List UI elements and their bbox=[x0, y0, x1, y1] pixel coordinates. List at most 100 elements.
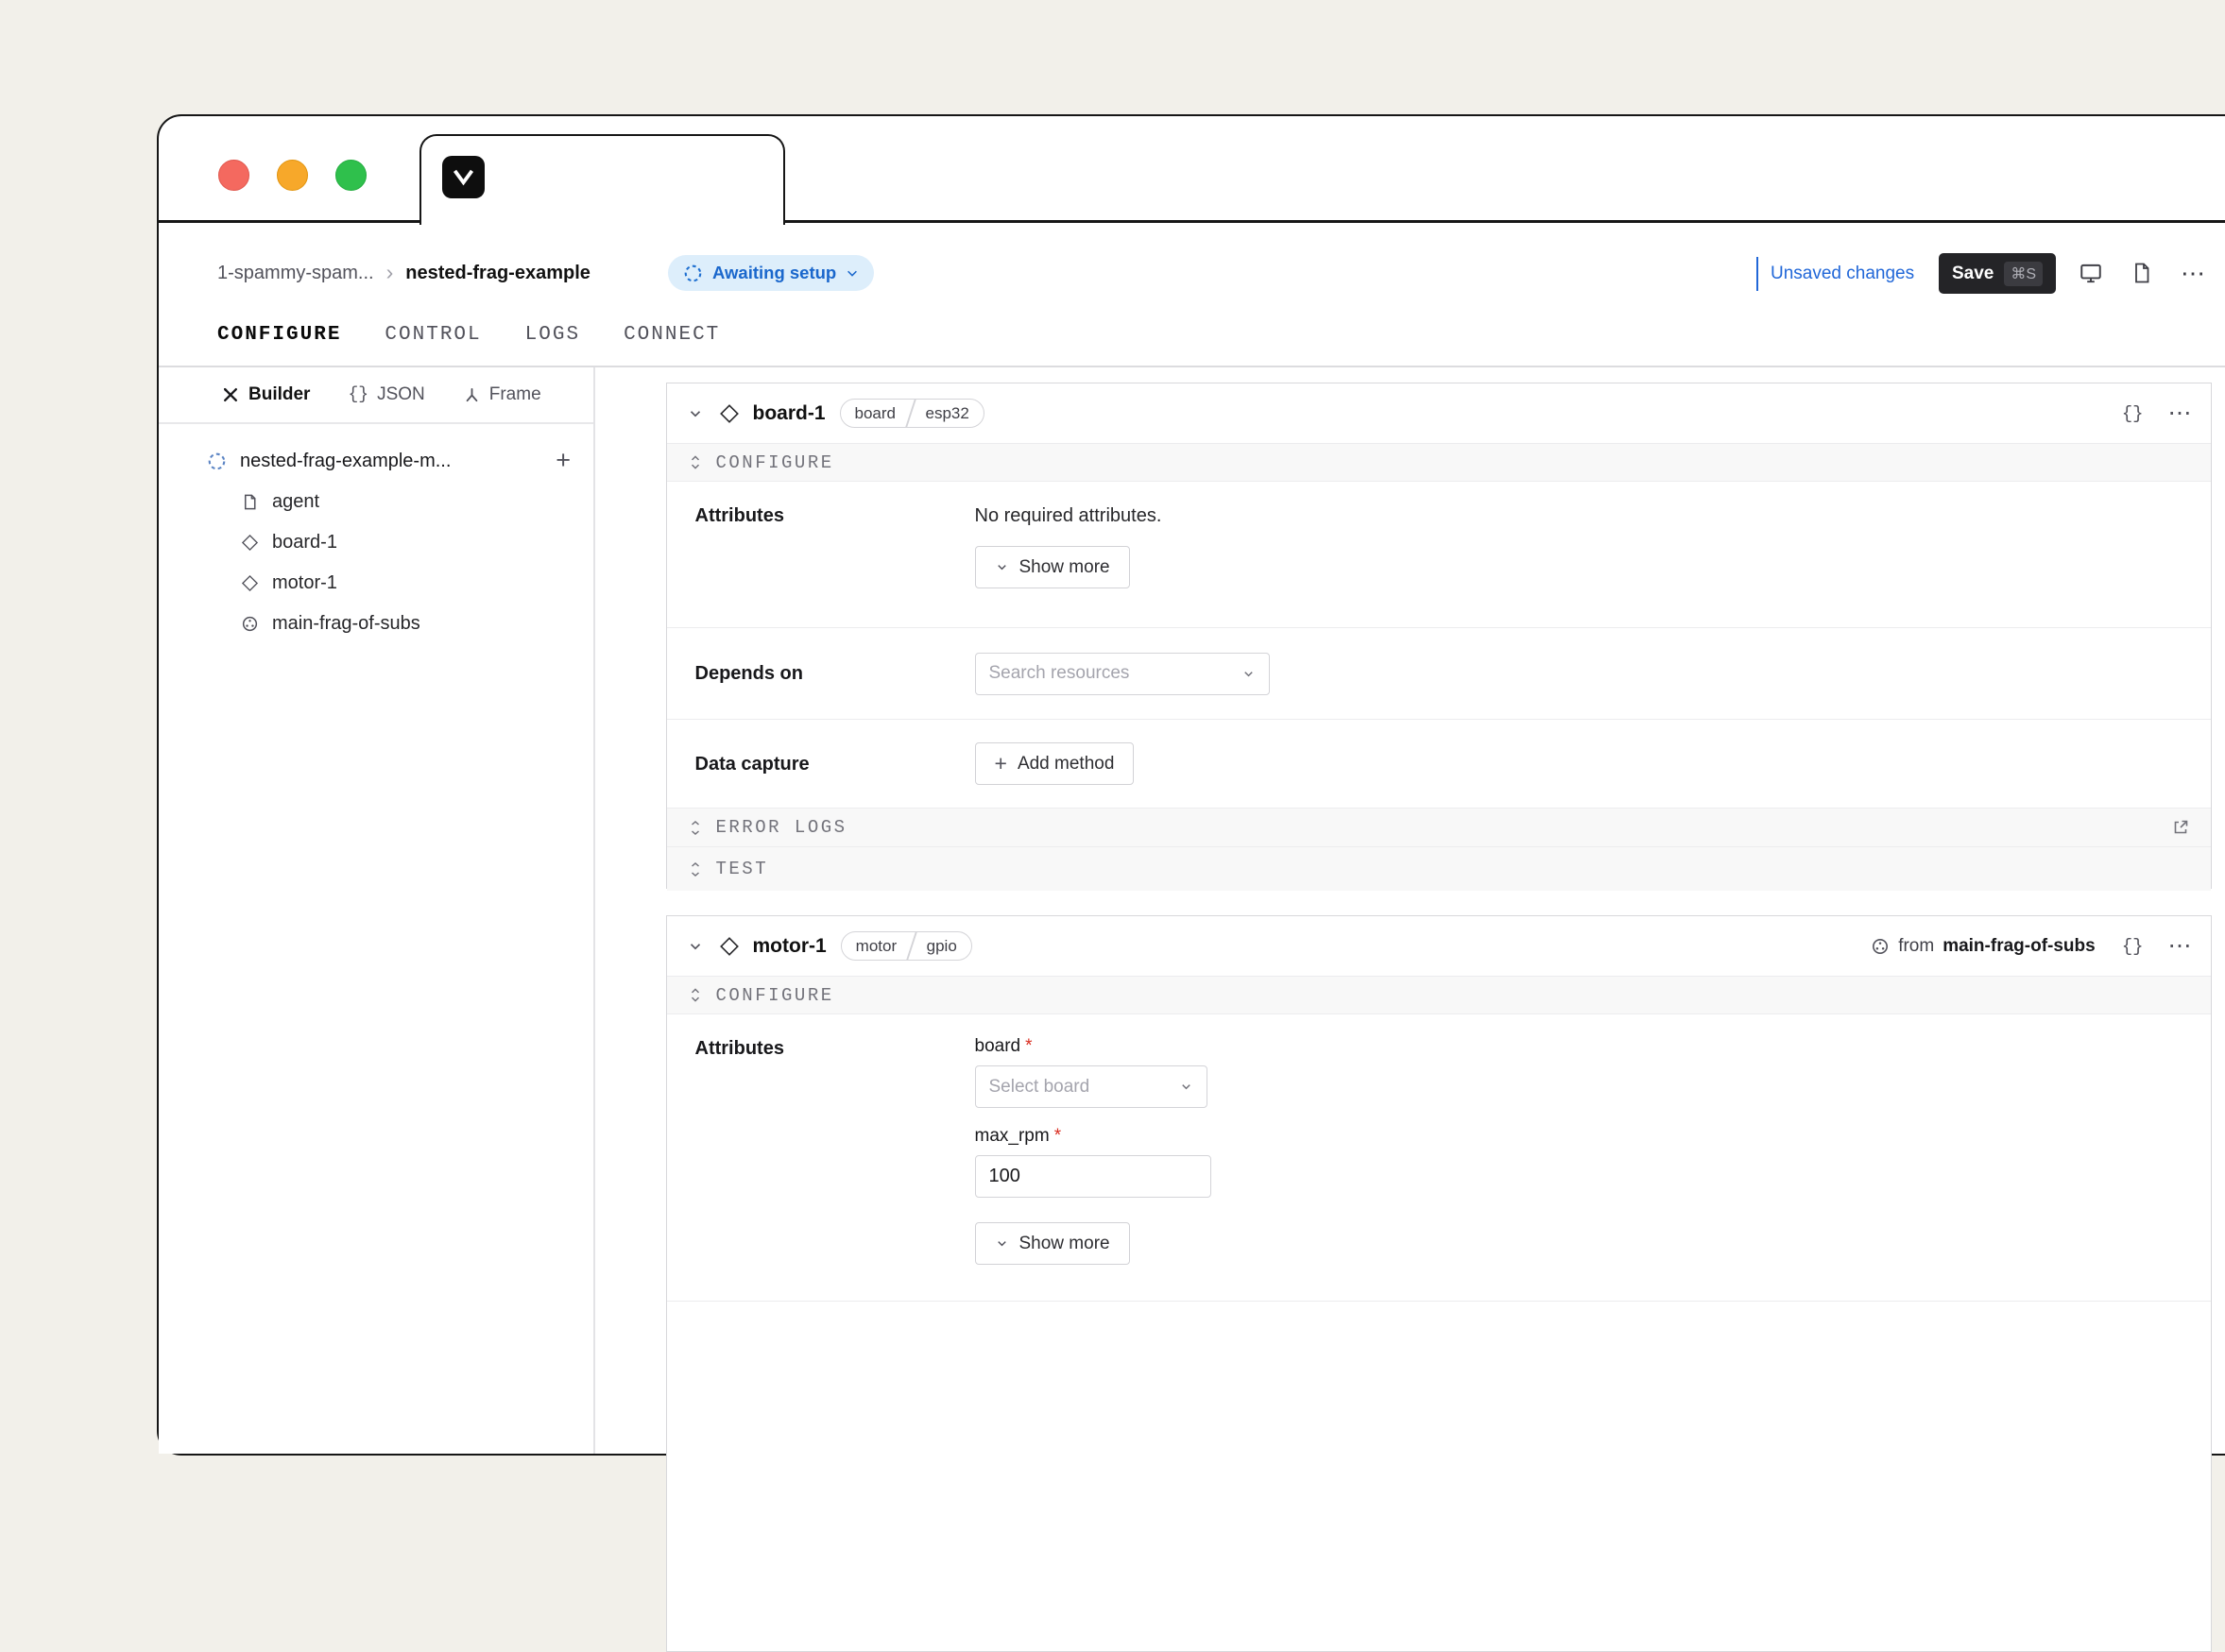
browser-tab[interactable] bbox=[419, 134, 785, 225]
card-header: motor-1 motor gpio from main-frag-of-sub… bbox=[667, 916, 2211, 976]
tab-logs[interactable]: LOGS bbox=[525, 318, 580, 352]
configure-panel: board-1 board esp32 {} ⋯ CONFIGURE Attri… bbox=[595, 367, 2225, 1454]
collapse-chevron-icon[interactable] bbox=[687, 405, 704, 422]
mode-json-label: JSON bbox=[377, 384, 425, 405]
depends-on-label: Depends on bbox=[695, 660, 975, 687]
save-shortcut-hint: ⌘S bbox=[2004, 262, 2043, 286]
show-more-button[interactable]: Show more bbox=[975, 1222, 1130, 1265]
show-more-label: Show more bbox=[1019, 1234, 1110, 1254]
fragment-source-prefix: from bbox=[1898, 936, 1934, 957]
card-title: motor-1 bbox=[753, 935, 827, 958]
tree-item-agent[interactable]: agent bbox=[159, 485, 593, 519]
fragment-source: from main-frag-of-subs bbox=[1871, 936, 2096, 957]
add-method-label: Add method bbox=[1018, 754, 1114, 775]
expand-vertical-icon bbox=[689, 860, 702, 878]
chevron-down-icon bbox=[846, 266, 859, 280]
board-select[interactable]: Select board bbox=[975, 1065, 1207, 1108]
section-error-logs[interactable]: ERROR LOGS bbox=[667, 809, 2211, 847]
breadcrumb: 1-spammy-spam... › nested-frag-example bbox=[217, 222, 590, 324]
tab-configure[interactable]: CONFIGURE bbox=[217, 318, 341, 352]
tab-control[interactable]: CONTROL bbox=[385, 318, 481, 352]
view-mode-switcher: Builder {} JSON Frame bbox=[159, 367, 593, 422]
tab-connect[interactable]: CONNECT bbox=[624, 318, 720, 352]
mode-builder[interactable]: Builder bbox=[221, 384, 310, 405]
mode-frame[interactable]: Frame bbox=[463, 384, 541, 405]
tree-item-main-frag-of-subs[interactable]: main-frag-of-subs bbox=[159, 607, 593, 641]
card-header: board-1 board esp32 {} ⋯ bbox=[667, 383, 2211, 443]
section-label: TEST bbox=[716, 859, 769, 879]
wrench-icon bbox=[221, 385, 240, 404]
card-more-button[interactable]: ⋯ bbox=[2168, 934, 2192, 958]
section-label: ERROR LOGS bbox=[716, 817, 847, 838]
depends-on-select[interactable]: Search resources bbox=[975, 653, 1270, 695]
card-title: board-1 bbox=[753, 402, 826, 425]
mode-json[interactable]: {} JSON bbox=[348, 384, 424, 405]
diamond-icon bbox=[719, 936, 740, 957]
chevron-down-icon bbox=[995, 1236, 1009, 1251]
tree-item-motor-1[interactable]: motor-1 bbox=[159, 567, 593, 601]
section-test[interactable]: TEST bbox=[667, 847, 2211, 891]
breadcrumb-parent[interactable]: 1-spammy-spam... bbox=[217, 263, 374, 284]
tree-item-label: nested-frag-example-m... bbox=[240, 451, 451, 472]
data-capture-label: Data capture bbox=[695, 751, 975, 777]
open-external-icon[interactable] bbox=[2171, 818, 2190, 837]
attributes-row: Attributes board * Select board max_rpm … bbox=[667, 1014, 2211, 1302]
tag-esp32: esp32 bbox=[912, 400, 984, 427]
mode-builder-label: Builder bbox=[248, 384, 310, 405]
chevron-right-icon: › bbox=[386, 260, 394, 287]
more-menu-button[interactable]: ⋯ bbox=[2181, 261, 2205, 285]
window-minimize-button[interactable] bbox=[277, 160, 308, 191]
fragment-source-name[interactable]: main-frag-of-subs bbox=[1943, 936, 2096, 957]
unsaved-changes-indicator: Unsaved changes bbox=[1756, 257, 1914, 291]
add-resource-button[interactable]: + bbox=[556, 446, 571, 475]
diamond-icon bbox=[241, 574, 259, 592]
max-rpm-input[interactable] bbox=[975, 1155, 1211, 1198]
save-button-label: Save bbox=[1952, 264, 1994, 284]
collapse-chevron-icon[interactable] bbox=[687, 938, 704, 955]
document-icon[interactable] bbox=[2130, 262, 2154, 284]
tree-item-board-1[interactable]: board-1 bbox=[159, 526, 593, 560]
braces-icon: {} bbox=[348, 385, 368, 404]
depends-on-placeholder: Search resources bbox=[989, 663, 1130, 684]
plus-icon: + bbox=[995, 753, 1007, 775]
tree-item-label: motor-1 bbox=[272, 572, 337, 594]
window-close-button[interactable] bbox=[218, 160, 249, 191]
card-more-button[interactable]: ⋯ bbox=[2168, 401, 2192, 425]
header-actions: ⋯ bbox=[2079, 222, 2205, 324]
json-view-button[interactable]: {} bbox=[2122, 403, 2144, 424]
chevron-down-icon bbox=[1241, 667, 1256, 681]
depends-on-row: Depends on Search resources bbox=[667, 628, 2211, 720]
add-method-button[interactable]: + Add method bbox=[975, 742, 1135, 785]
browser-window: 1-spammy-spam... › nested-frag-example A… bbox=[157, 114, 2225, 1456]
diamond-icon bbox=[719, 403, 740, 424]
show-more-button[interactable]: Show more bbox=[975, 546, 1130, 588]
tree-item-label: agent bbox=[272, 491, 319, 513]
expand-vertical-icon bbox=[689, 819, 702, 837]
machine-monitor-icon[interactable] bbox=[2079, 261, 2103, 285]
card-header-actions: from main-frag-of-subs {} ⋯ bbox=[1871, 934, 2191, 958]
json-view-button[interactable]: {} bbox=[2122, 936, 2144, 957]
field-label-max-rpm: max_rpm * bbox=[975, 1125, 2182, 1148]
attributes-empty-text: No required attributes. bbox=[975, 502, 2182, 529]
show-more-label: Show more bbox=[1019, 557, 1110, 578]
section-configure[interactable]: CONFIGURE bbox=[667, 976, 2211, 1014]
window-zoom-button[interactable] bbox=[335, 160, 367, 191]
field-label-board: board * bbox=[975, 1035, 2182, 1058]
breadcrumb-current: nested-frag-example bbox=[405, 263, 590, 284]
chevron-down-icon bbox=[995, 560, 1009, 574]
required-asterisk: * bbox=[1025, 1035, 1032, 1058]
tag-motor: motor bbox=[842, 933, 911, 960]
card-header-actions: {} ⋯ bbox=[2122, 401, 2192, 425]
resource-card-motor-1: motor-1 motor gpio from main-frag-of-sub… bbox=[666, 915, 2212, 1652]
board-select-placeholder: Select board bbox=[989, 1077, 1090, 1098]
resource-tree: nested-frag-example-m... + agent board-1 bbox=[159, 424, 593, 641]
collapse-vertical-icon bbox=[689, 986, 702, 1004]
diamond-icon bbox=[241, 534, 259, 552]
field-name: board bbox=[975, 1035, 1021, 1058]
save-button[interactable]: Save ⌘S bbox=[1939, 253, 2056, 294]
status-badge[interactable]: Awaiting setup bbox=[668, 255, 874, 291]
tree-item-machine-root[interactable]: nested-frag-example-m... + bbox=[159, 445, 593, 479]
section-configure[interactable]: CONFIGURE bbox=[667, 443, 2211, 482]
collapse-vertical-icon bbox=[689, 453, 702, 471]
attributes-label: Attributes bbox=[695, 502, 975, 529]
